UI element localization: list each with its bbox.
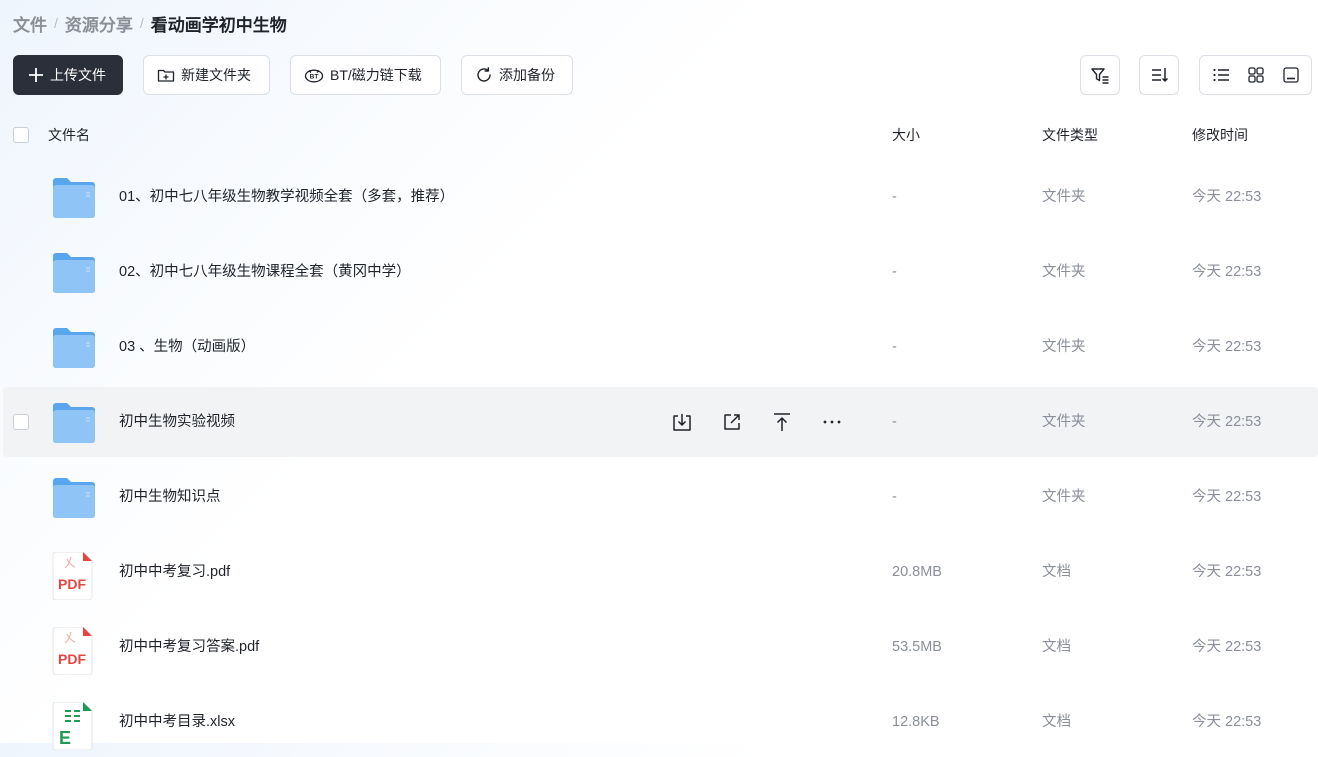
share-icon xyxy=(724,414,740,430)
breadcrumb-separator: / xyxy=(139,15,144,31)
table-row[interactable]: 初中生物知识点 - 文件夹 今天 22:53 xyxy=(3,462,1318,532)
column-header-size[interactable]: 大小 xyxy=(892,116,920,154)
select-all-checkbox[interactable] xyxy=(13,127,29,143)
file-name[interactable]: 02、初中七八年级生物课程全套（黄冈中学） xyxy=(119,237,411,307)
table-row[interactable]: 02、初中七八年级生物课程全套（黄冈中学） - 文件夹 今天 22:53 xyxy=(3,237,1318,307)
file-modified: 今天 22:53 xyxy=(1192,339,1262,355)
column-header-modified[interactable]: 修改时间 xyxy=(1192,116,1248,154)
file-modified: 今天 22:53 xyxy=(1192,189,1262,205)
breadcrumb: 文件 / 资源分享 / 看动画学初中生物 xyxy=(13,10,287,36)
file-modified: 今天 22:53 xyxy=(1192,264,1262,280)
grid-view-button[interactable] xyxy=(1238,59,1273,91)
breadcrumb-separator: / xyxy=(54,15,58,31)
sort-button[interactable] xyxy=(1139,55,1179,95)
file-name[interactable]: 初中中考复习答案.pdf xyxy=(119,612,259,682)
file-modified: 今天 22:53 xyxy=(1192,414,1262,430)
file-size: 20.8MB xyxy=(892,564,942,580)
folder-icon xyxy=(52,177,96,219)
file-name[interactable]: 初中中考复习.pdf xyxy=(119,537,230,607)
upload-file-label: 上传文件 xyxy=(50,67,106,83)
table-row[interactable]: PDF 初中中考复习答案.pdf 53.5MB 文档 今天 22:53 xyxy=(3,612,1318,682)
sort-icon xyxy=(1152,68,1169,83)
new-folder-button[interactable]: 新建文件夹 xyxy=(143,55,270,95)
folder-icon xyxy=(52,477,96,519)
file-size: - xyxy=(892,339,897,355)
move-top-icon xyxy=(774,413,790,431)
file-type: 文件夹 xyxy=(1042,264,1086,280)
row-checkbox[interactable] xyxy=(13,414,29,430)
file-type: 文件夹 xyxy=(1042,414,1086,430)
file-size: - xyxy=(892,264,897,280)
table-header: 文件名 大小 文件类型 修改时间 xyxy=(0,116,1318,154)
file-modified: 今天 22:53 xyxy=(1192,489,1262,505)
breadcrumb-current-folder: 看动画学初中生物 xyxy=(150,15,287,35)
file-type: 文件夹 xyxy=(1042,339,1086,355)
download-icon xyxy=(673,414,691,431)
new-folder-icon xyxy=(157,69,175,82)
file-name[interactable]: 01、初中七八年级生物教学视频全套（多套，推荐） xyxy=(119,162,454,232)
file-modified: 今天 22:53 xyxy=(1192,639,1262,655)
column-header-type[interactable]: 文件类型 xyxy=(1042,116,1098,154)
file-type: 文档 xyxy=(1042,564,1071,580)
view-mode-switcher xyxy=(1199,55,1312,95)
more-icon xyxy=(823,420,841,424)
add-backup-button[interactable]: 添加备份 xyxy=(461,55,573,95)
file-name[interactable]: 03 、生物（动画版） xyxy=(119,312,255,382)
svg-text:E: E xyxy=(59,728,71,748)
file-size: 53.5MB xyxy=(892,639,942,655)
pdf-icon: PDF xyxy=(52,626,96,676)
file-type: 文档 xyxy=(1042,714,1071,730)
pdf-icon: PDF xyxy=(52,551,96,601)
file-type: 文件夹 xyxy=(1042,189,1086,205)
more-button[interactable] xyxy=(819,409,845,435)
file-name[interactable]: 初中生物实验视频 xyxy=(119,387,235,457)
file-type: 文件夹 xyxy=(1042,489,1086,505)
plus-icon xyxy=(29,68,43,82)
toolbar: 上传文件 新建文件夹 BT BT/磁力链下载 添加备份 xyxy=(13,55,1318,95)
file-size: - xyxy=(892,189,897,205)
grid-view-icon xyxy=(1247,67,1264,83)
file-modified: 今天 22:53 xyxy=(1192,564,1262,580)
file-modified: 今天 22:53 xyxy=(1192,714,1262,730)
file-name[interactable]: 初中中考目录.xlsx xyxy=(119,687,235,757)
folder-icon xyxy=(52,327,96,369)
upload-file-button[interactable]: 上传文件 xyxy=(13,55,123,95)
row-actions xyxy=(669,409,869,435)
table-row[interactable]: PDF 初中中考复习.pdf 20.8MB 文档 今天 22:53 xyxy=(3,537,1318,607)
file-type: 文档 xyxy=(1042,639,1071,655)
svg-text:PDF: PDF xyxy=(58,576,86,592)
file-name[interactable]: 初中生物知识点 xyxy=(119,462,221,532)
filter-button[interactable] xyxy=(1080,55,1120,95)
folder-icon xyxy=(52,252,96,294)
new-folder-label: 新建文件夹 xyxy=(181,67,251,83)
backup-icon xyxy=(477,67,491,82)
table-row[interactable]: 01、初中七八年级生物教学视频全套（多套，推荐） - 文件夹 今天 22:53 xyxy=(3,162,1318,232)
list-view-icon xyxy=(1212,68,1229,82)
file-size: - xyxy=(892,414,897,430)
table-row[interactable]: 03 、生物（动画版） - 文件夹 今天 22:53 xyxy=(3,312,1318,382)
folder-icon xyxy=(52,402,96,444)
file-size: - xyxy=(892,489,897,505)
preview-view-button[interactable] xyxy=(1273,59,1308,91)
svg-text:BT: BT xyxy=(310,74,319,81)
bt-magnet-download-button[interactable]: BT BT/磁力链下载 xyxy=(290,55,441,95)
move-to-top-button[interactable] xyxy=(769,409,795,435)
download-button[interactable] xyxy=(669,409,695,435)
table-row[interactable]: 初中生物实验视频 - 文件夹 今天 22:53 xyxy=(3,387,1318,457)
filter-icon xyxy=(1091,68,1109,84)
column-header-name[interactable]: 文件名 xyxy=(48,116,90,154)
svg-text:PDF: PDF xyxy=(58,651,86,667)
excel-icon: E xyxy=(52,701,96,751)
breadcrumb-resource-share[interactable]: 资源分享 xyxy=(65,11,133,36)
add-backup-label: 添加备份 xyxy=(499,67,555,83)
table-row[interactable]: E 初中中考目录.xlsx 12.8KB 文档 今天 22:53 xyxy=(3,687,1318,757)
file-size: 12.8KB xyxy=(892,714,940,730)
bt-icon: BT xyxy=(304,69,324,83)
share-button[interactable] xyxy=(719,409,745,435)
preview-view-icon xyxy=(1282,67,1299,83)
breadcrumb-files[interactable]: 文件 xyxy=(13,11,47,36)
bt-magnet-label: BT/磁力链下载 xyxy=(330,67,422,83)
list-view-button[interactable] xyxy=(1203,59,1238,91)
